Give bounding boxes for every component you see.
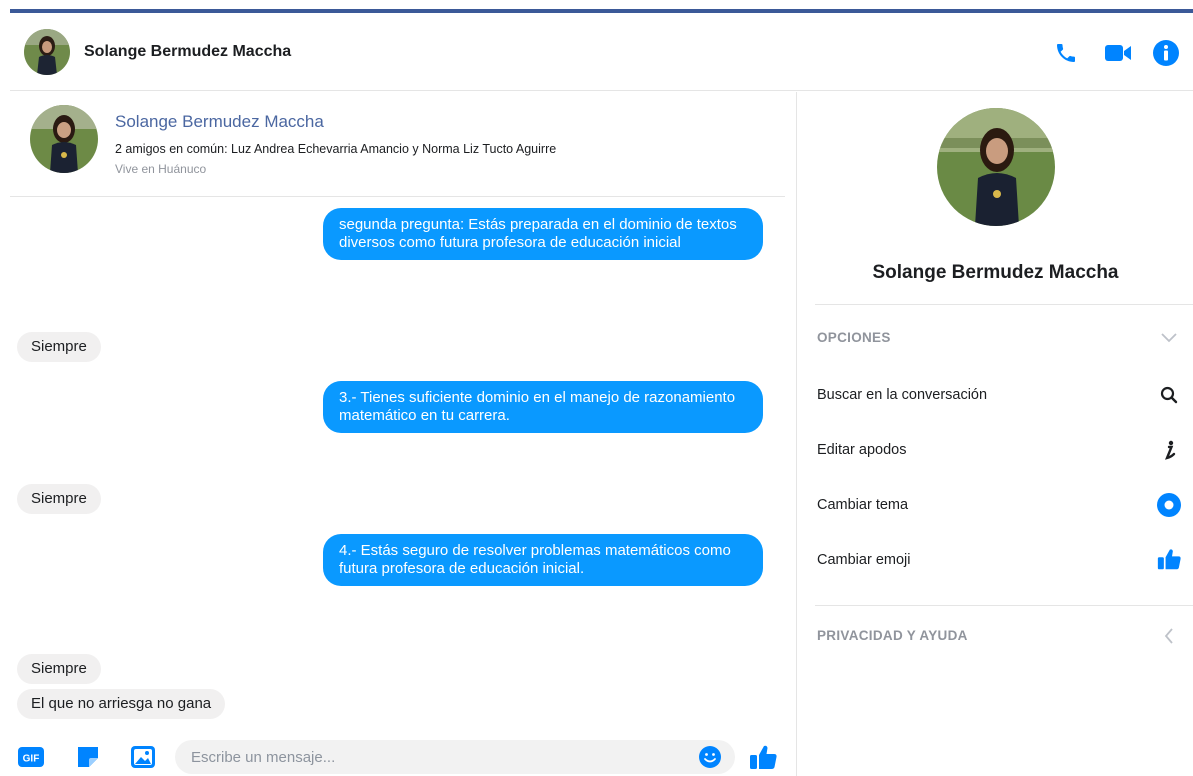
message-received[interactable]: Siempre [17, 484, 101, 514]
message-sent[interactable]: 3.- Tienes suficiente dominio en el mane… [323, 381, 763, 433]
option-change-theme[interactable]: Cambiar tema [817, 497, 908, 513]
divider [815, 605, 1193, 606]
profile-card: Solange Bermudez Maccha 2 amigos en comú… [10, 92, 785, 197]
image-icon[interactable] [128, 742, 158, 772]
message-sent[interactable]: 4.- Estás seguro de resolver problemas m… [323, 534, 763, 586]
option-search-conversation[interactable]: Buscar en la conversación [817, 387, 987, 403]
chevron-left-icon[interactable] [1159, 626, 1179, 646]
conversation-pane: Solange Bermudez Maccha 2 amigos en comú… [10, 92, 795, 776]
message-composer: GIF [10, 738, 795, 776]
divider [815, 304, 1193, 305]
message-input[interactable] [175, 740, 735, 774]
sidebar-contact-name[interactable]: Solange Bermudez Maccha [797, 262, 1193, 284]
phone-icon[interactable] [1050, 37, 1082, 69]
info-icon[interactable] [1150, 37, 1182, 69]
conversation-header: Solange Bermudez Maccha [10, 13, 1193, 91]
options-section-title[interactable]: OPCIONES [817, 330, 891, 345]
sticker-icon[interactable] [73, 742, 103, 772]
search-icon[interactable] [1155, 381, 1183, 409]
gif-icon[interactable]: GIF [16, 742, 46, 772]
edit-nickname-icon[interactable] [1155, 436, 1183, 464]
profile-card-avatar[interactable] [30, 105, 98, 173]
lives-in-text: Vive en Huánuco [115, 162, 207, 176]
option-edit-nicknames[interactable]: Editar apodos [817, 442, 906, 458]
theme-icon[interactable] [1155, 491, 1183, 519]
message-received[interactable]: Siempre [17, 654, 101, 684]
option-change-emoji[interactable]: Cambiar emoji [817, 552, 910, 568]
sidebar-avatar[interactable] [937, 108, 1055, 226]
profile-card-name[interactable]: Solange Bermudez Maccha [115, 112, 324, 132]
gif-label: GIF [23, 754, 40, 765]
privacy-section-title[interactable]: PRIVACIDAD Y AYUDA [817, 628, 968, 643]
mutual-friends-text: 2 amigos en común: Luz Andrea Echevarria… [115, 142, 557, 156]
header-avatar[interactable] [24, 29, 70, 75]
emoji-icon[interactable] [695, 742, 725, 772]
details-sidebar: Solange Bermudez Maccha OPCIONES Buscar … [796, 92, 1193, 776]
chevron-down-icon[interactable] [1159, 328, 1179, 348]
header-contact-name[interactable]: Solange Bermudez Maccha [84, 43, 291, 61]
video-icon[interactable] [1102, 37, 1134, 69]
like-icon[interactable] [1155, 545, 1183, 573]
message-received[interactable]: Siempre [17, 332, 101, 362]
like-icon[interactable] [748, 742, 778, 772]
message-received[interactable]: El que no arriesga no gana [17, 689, 226, 719]
message-sent[interactable]: segunda pregunta: Estás preparada en el … [323, 208, 763, 260]
